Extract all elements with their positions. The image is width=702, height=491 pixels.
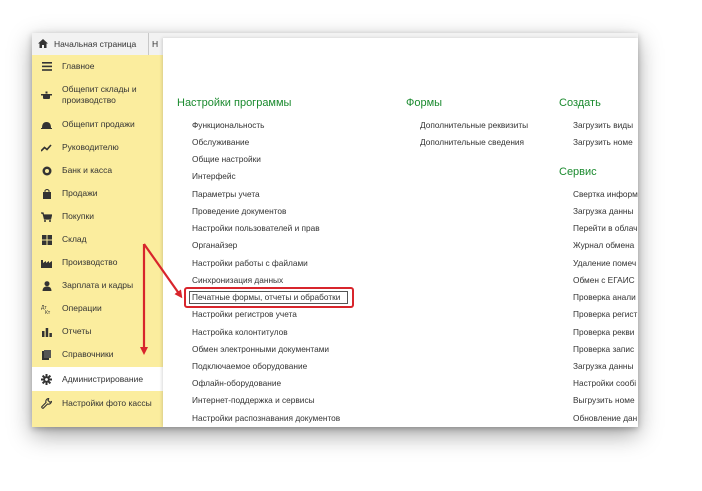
annotation-arrows (140, 243, 183, 355)
arrow-to-print-forms (143, 243, 183, 299)
app-window: Начальная страница Н Главное Общепит скл… (32, 33, 638, 427)
